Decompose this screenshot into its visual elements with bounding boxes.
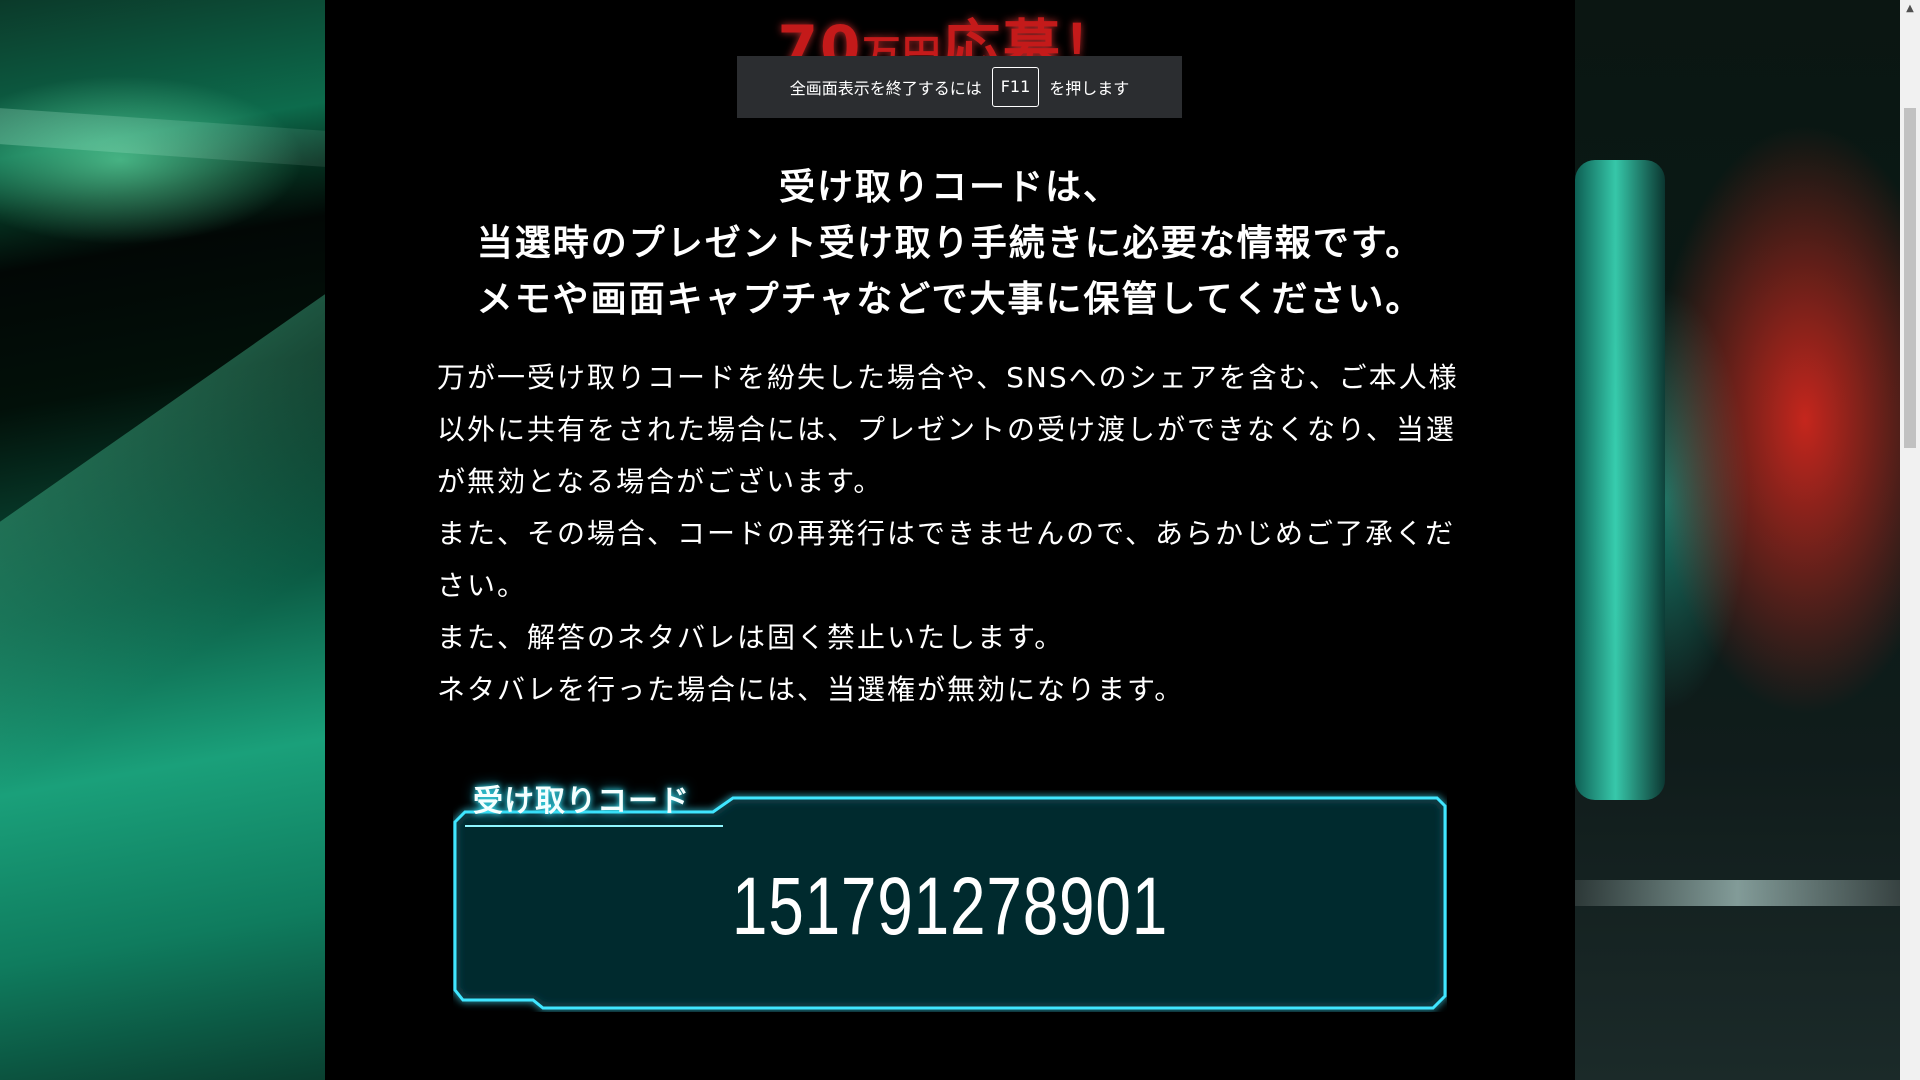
receipt-code-value: 151791278901 (731, 861, 1169, 952)
fullscreen-notice-before: 全画面表示を終了するには (789, 79, 982, 98)
notice-paragraph: 万が一受け取りコードを紛失した場合や、SNSへのシェアを含む、ご本人様以外に共有… (437, 361, 1459, 498)
notice-body: 万が一受け取りコードを紛失した場合や、SNSへのシェアを含む、ご本人様以外に共有… (437, 352, 1467, 716)
notice-paragraph: ネタバレを行った場合には、当選権が無効になります。 (437, 673, 1185, 706)
notice-heading-line: メモや画面キャプチャなどで大事に保管してください。 (476, 279, 1424, 320)
main-content-column: 70万円応募！ 受け取りコードは、 当選時のプレゼント受け取り手続きに必要な情報… (325, 0, 1575, 1080)
left-background-art (0, 0, 489, 1080)
fullscreen-exit-notice: 全画面表示を終了するには F11 を押します (737, 56, 1182, 118)
vertical-scrollbar[interactable]: ▲ (1900, 0, 1920, 1080)
notice-heading: 受け取りコードは、 当選時のプレゼント受け取り手続きに必要な情報です。 メモや画… (325, 160, 1575, 328)
light-beam (0, 105, 381, 171)
glowing-floor (1575, 880, 1900, 906)
notice-paragraph: また、解答のネタバレは固く禁止いたします。 (437, 621, 1065, 654)
f11-key-badge: F11 (991, 67, 1040, 107)
right-background-art (1575, 0, 1900, 1080)
page-viewport: 70万円応募！ 受け取りコードは、 当選時のプレゼント受け取り手続きに必要な情報… (0, 0, 1900, 1080)
drink-can-illustration (1575, 160, 1665, 800)
notice-heading-line: 当選時のプレゼント受け取り手続きに必要な情報です。 (476, 223, 1424, 264)
scroll-up-arrow-icon[interactable]: ▲ (1900, 0, 1920, 17)
notice-heading-line: 受け取りコードは、 (778, 167, 1121, 208)
receipt-code-panel: 受け取りコード 151791278901 (453, 784, 1447, 1012)
scrollbar-thumb[interactable] (1904, 108, 1916, 448)
fullscreen-notice-after: を押します (1049, 79, 1130, 98)
notice-paragraph: また、その場合、コードの再発行はできませんので、あらかじめご了承ください。 (437, 517, 1456, 602)
receipt-code-label: 受け取りコード (473, 784, 690, 819)
